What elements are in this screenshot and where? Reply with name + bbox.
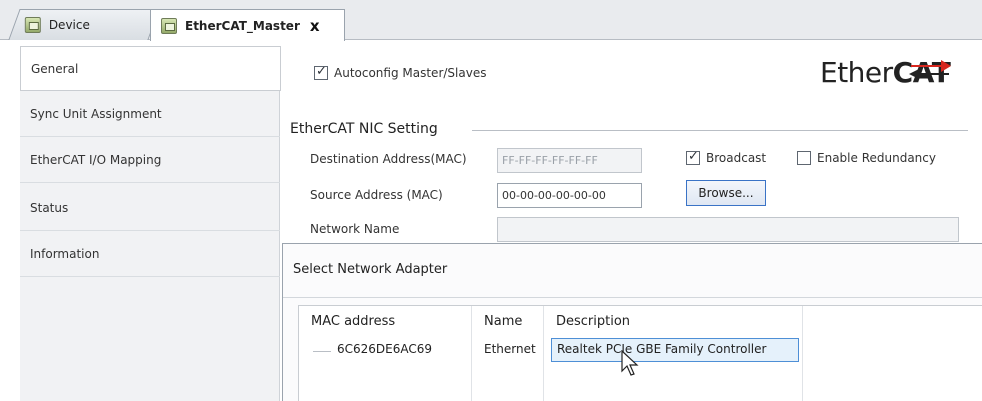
cell-adapter-description: Realtek PCIe GBE Family Controller <box>557 342 767 356</box>
broadcast-checkbox[interactable] <box>686 149 700 165</box>
mouse-cursor-icon <box>621 350 639 376</box>
broadcast-checkbox-row[interactable]: Broadcast <box>686 149 767 165</box>
redundancy-checkbox-row[interactable]: Enable Redundancy <box>797 151 936 165</box>
network-name-field[interactable] <box>497 217 959 242</box>
source-address-label: Source Address (MAC) <box>310 188 443 202</box>
sidebar-item-label: Information <box>30 247 100 261</box>
autoconfig-checkbox-row[interactable]: Autoconfig Master/Slaves <box>314 64 487 80</box>
tab-device-label: Device <box>48 18 90 32</box>
device-icon <box>161 17 177 34</box>
sidebar-item-label: General <box>31 61 79 76</box>
browse-button[interactable]: Browse... <box>686 180 766 206</box>
logo-arrows-icon <box>909 60 951 79</box>
sidebar-item-general[interactable]: General <box>20 46 281 91</box>
autoconfig-label: Autoconfig Master/Slaves <box>334 66 487 80</box>
device-icon <box>24 17 41 33</box>
editor-tab-strip: Device EtherCAT_Master x <box>0 0 982 41</box>
settings-sidebar: General Sync Unit Assignment EtherCAT I/… <box>20 46 281 401</box>
sidebar-item-label: EtherCAT I/O Mapping <box>30 153 162 167</box>
cell-mac-address: 6C626DE6AC69 <box>337 342 433 356</box>
column-header-description[interactable]: Description <box>556 314 630 329</box>
destination-address-field[interactable]: FF-FF-FF-FF-FF-FF <box>497 148 642 173</box>
column-header-mac[interactable]: MAC address <box>311 314 395 329</box>
sidebar-item-sync-unit-assignment[interactable]: Sync Unit Assignment <box>20 92 280 137</box>
dialog-title: Select Network Adapter <box>293 262 448 277</box>
dialog-divider <box>283 297 982 298</box>
sidebar-item-information[interactable]: Information <box>20 232 280 277</box>
network-name-label: Network Name <box>310 222 400 236</box>
tab-ethercat-master[interactable]: EtherCAT_Master x <box>150 9 345 41</box>
logo-text-prefix: Ether <box>820 56 893 89</box>
source-address-field[interactable]: 00-00-00-00-00-00 <box>497 183 642 208</box>
sidebar-item-status[interactable]: Status <box>20 186 280 231</box>
autoconfig-checkbox[interactable] <box>314 64 328 80</box>
enable-redundancy-label: Enable Redundancy <box>817 151 936 165</box>
sidebar-item-io-mapping[interactable]: EtherCAT I/O Mapping <box>20 138 280 183</box>
sidebar-item-label: Status <box>30 201 69 215</box>
tree-connector <box>313 351 331 352</box>
cell-adapter-name: Ethernet <box>484 342 536 356</box>
sidebar-item-label: Sync Unit Assignment <box>30 107 162 121</box>
tab-device[interactable]: Device <box>8 9 160 40</box>
broadcast-label: Broadcast <box>706 151 767 165</box>
destination-address-label: Destination Address(MAC) <box>310 152 467 166</box>
enable-redundancy-checkbox[interactable] <box>797 151 811 165</box>
close-icon[interactable]: x <box>310 17 320 35</box>
tab-ethercat-master-label: EtherCAT_Master <box>185 18 300 33</box>
nic-setting-title: EtherCAT NIC Setting <box>290 121 438 137</box>
column-header-name[interactable]: Name <box>484 314 522 329</box>
section-divider <box>472 130 968 131</box>
